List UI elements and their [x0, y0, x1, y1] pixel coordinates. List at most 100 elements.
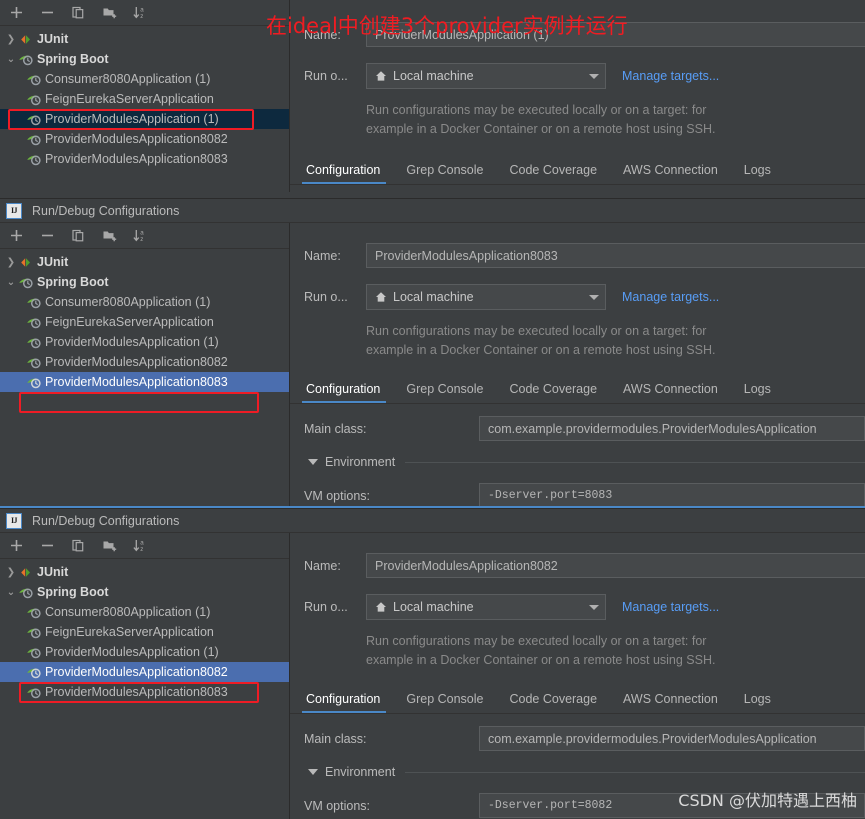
- tab-code-coverage[interactable]: Code Coverage: [509, 382, 611, 403]
- tab-configuration[interactable]: Configuration: [301, 163, 394, 184]
- tree-item-providermodulesapplication-selected[interactable]: ProviderModulesApplication (1): [0, 109, 289, 129]
- vm-options-label: VM options:: [304, 488, 371, 503]
- tab-aws-connection[interactable]: AWS Connection: [623, 163, 732, 184]
- add-configuration-icon[interactable]: [8, 227, 25, 244]
- name-input-3[interactable]: ProviderModulesApplication8082: [366, 553, 865, 578]
- chevron-right-icon[interactable]: ❯: [4, 257, 18, 268]
- tab-grep-console[interactable]: Grep Console: [406, 163, 497, 184]
- new-folder-icon[interactable]: [101, 227, 118, 244]
- chevron-down-icon[interactable]: [589, 294, 599, 300]
- manage-targets-link-1[interactable]: Manage targets...: [622, 69, 719, 83]
- remove-configuration-icon[interactable]: [39, 227, 56, 244]
- sort-alphabetically-icon[interactable]: az: [132, 227, 149, 244]
- run-target-hint-3: Run configurations may be executed local…: [290, 632, 810, 670]
- new-folder-icon[interactable]: [101, 4, 118, 21]
- tree-item-providermodulesapplication8083-selected[interactable]: ProviderModulesApplication8083: [0, 372, 289, 392]
- tree-item-providermodulesapplication8082-selected[interactable]: ProviderModulesApplication8082: [0, 662, 289, 682]
- tree-item-label: ProviderModulesApplication8082: [45, 665, 228, 679]
- triangle-down-icon[interactable]: [308, 459, 318, 465]
- environment-label: Environment: [325, 455, 396, 469]
- run-on-label: Run o...: [304, 600, 348, 614]
- window-titlebar-2: IJ Run/Debug Configurations: [0, 199, 865, 223]
- chevron-down-icon[interactable]: [589, 604, 599, 610]
- spring-boot-icon: [18, 52, 36, 67]
- chevron-down-icon[interactable]: [589, 73, 599, 79]
- tree-group-spring-boot[interactable]: ⌄ Spring Boot: [0, 272, 289, 292]
- run-target-select-1[interactable]: Local machine: [366, 63, 606, 89]
- tree-item-providermodulesapplication8082[interactable]: ProviderModulesApplication8082: [0, 352, 289, 372]
- copy-configuration-icon[interactable]: [70, 227, 87, 244]
- tree-item-feigneurekaserverapplication[interactable]: FeignEurekaServerApplication: [0, 622, 289, 642]
- tab-logs[interactable]: Logs: [744, 382, 785, 403]
- remove-configuration-icon[interactable]: [39, 4, 56, 21]
- run-target-value: Local machine: [393, 600, 474, 614]
- run-target-select-3[interactable]: Local machine: [366, 594, 606, 620]
- spring-boot-icon: [26, 92, 44, 107]
- chevron-down-icon[interactable]: ⌄: [4, 54, 18, 65]
- new-folder-icon[interactable]: [101, 537, 118, 554]
- chevron-right-icon[interactable]: ❯: [4, 34, 18, 45]
- tab-grep-console[interactable]: Grep Console: [406, 692, 497, 713]
- tree-item-consumer8080application[interactable]: Consumer8080Application (1): [0, 602, 289, 622]
- configuration-tabs-2: Configuration Grep Console Code Coverage…: [290, 374, 865, 404]
- tab-grep-console[interactable]: Grep Console: [406, 382, 497, 403]
- manage-targets-link-2[interactable]: Manage targets...: [622, 290, 719, 304]
- sort-alphabetically-icon[interactable]: a z: [132, 4, 149, 21]
- tree-item-providermodulesapplication8082[interactable]: ProviderModulesApplication8082: [0, 129, 289, 149]
- tree-item-providermodulesapplication[interactable]: ProviderModulesApplication (1): [0, 332, 289, 352]
- tree-item-consumer8080application[interactable]: Consumer8080Application (1): [0, 69, 289, 89]
- vm-options-input-2[interactable]: -Dserver.port=8083: [479, 483, 865, 508]
- tree-item-providermodulesapplication8083[interactable]: ProviderModulesApplication8083: [0, 682, 289, 702]
- tab-configuration[interactable]: Configuration: [301, 692, 394, 713]
- tab-configuration[interactable]: Configuration: [301, 382, 394, 403]
- run-target-value: Local machine: [393, 69, 474, 83]
- main-class-label: Main class:: [304, 191, 479, 192]
- environment-section-3[interactable]: Environment: [290, 759, 865, 785]
- spring-boot-icon: [26, 132, 44, 147]
- tree-item-label: ProviderModulesApplication8082: [45, 132, 228, 146]
- main-class-input-3[interactable]: com.example.providermodules.ProviderModu…: [479, 726, 865, 751]
- tree-group-junit[interactable]: ❯ JUnit: [0, 252, 289, 272]
- hint-line-1: Run configurations may be executed local…: [366, 324, 707, 338]
- main-class-input-2[interactable]: com.example.providermodules.ProviderModu…: [479, 416, 865, 441]
- tree-group-spring-boot[interactable]: ⌄ Spring Boot: [0, 582, 289, 602]
- chevron-down-icon[interactable]: ⌄: [4, 277, 18, 288]
- tree-item-label: ProviderModulesApplication (1): [45, 335, 219, 349]
- remove-configuration-icon[interactable]: [39, 537, 56, 554]
- tab-logs[interactable]: Logs: [744, 163, 785, 184]
- manage-targets-link-3[interactable]: Manage targets...: [622, 600, 719, 614]
- configuration-form-3: Name: ProviderModulesApplication8082 Run…: [290, 533, 865, 819]
- name-row-3: Name: ProviderModulesApplication8082: [290, 553, 865, 578]
- tab-logs[interactable]: Logs: [744, 692, 785, 713]
- environment-section-2[interactable]: Environment: [290, 449, 865, 475]
- tree-group-spring-boot[interactable]: ⌄ Spring Boot: [0, 49, 289, 69]
- tab-code-coverage[interactable]: Code Coverage: [509, 692, 611, 713]
- tree-item-label: ProviderModulesApplication (1): [45, 645, 219, 659]
- name-input-2[interactable]: ProviderModulesApplication8083: [366, 243, 865, 268]
- vm-options-row-2: VM options: -Dserver.port=8083: [290, 483, 865, 508]
- copy-configuration-icon[interactable]: [70, 4, 87, 21]
- tree-item-feigneurekaserverapplication[interactable]: FeignEurekaServerApplication: [0, 312, 289, 332]
- tree-item-label: FeignEurekaServerApplication: [45, 315, 214, 329]
- name-label: Name:: [304, 248, 341, 263]
- tree-item-providermodulesapplication8083[interactable]: ProviderModulesApplication8083: [0, 149, 289, 169]
- tree-item-feigneurekaserverapplication[interactable]: FeignEurekaServerApplication: [0, 89, 289, 109]
- sort-alphabetically-icon[interactable]: az: [132, 537, 149, 554]
- tree-group-junit[interactable]: ❯ JUnit: [0, 562, 289, 582]
- chevron-down-icon[interactable]: ⌄: [4, 587, 18, 598]
- run-target-select-2[interactable]: Local machine: [366, 284, 606, 310]
- chevron-right-icon[interactable]: ❯: [4, 567, 18, 578]
- add-configuration-icon[interactable]: [8, 537, 25, 554]
- spring-boot-icon: [26, 355, 44, 370]
- spring-boot-icon: [26, 152, 44, 167]
- triangle-down-icon[interactable]: [308, 769, 318, 775]
- add-configuration-icon[interactable]: [8, 4, 25, 21]
- tab-aws-connection[interactable]: AWS Connection: [623, 692, 732, 713]
- tree-item-providermodulesapplication[interactable]: ProviderModulesApplication (1): [0, 642, 289, 662]
- tab-aws-connection[interactable]: AWS Connection: [623, 382, 732, 403]
- copy-configuration-icon[interactable]: [70, 537, 87, 554]
- tree-item-consumer8080application[interactable]: Consumer8080Application (1): [0, 292, 289, 312]
- tab-code-coverage[interactable]: Code Coverage: [509, 163, 611, 184]
- tree-group-junit[interactable]: ❯ JUnit: [0, 29, 289, 49]
- run-on-row-1: Run o... Local machine Manage targets...: [290, 63, 865, 89]
